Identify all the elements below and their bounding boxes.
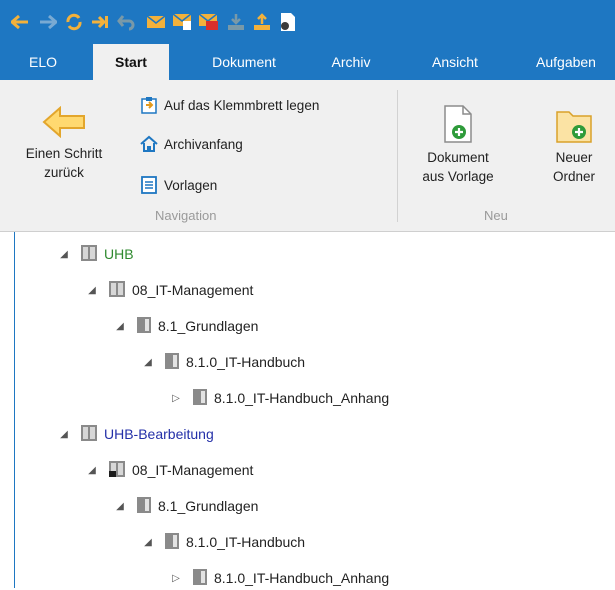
cabinet-icon <box>80 244 98 265</box>
new-folder-label-line1: Neuer <box>555 150 593 165</box>
back-step-button[interactable]: Einen Schritt zurück <box>2 106 126 182</box>
undo-icon[interactable] <box>116 12 136 32</box>
clipboard-label: Auf das Klemmbrett legen <box>164 97 320 113</box>
expanded-toggle-icon[interactable]: ◢ <box>86 285 98 296</box>
new-folder-icon <box>536 104 612 148</box>
export-icon[interactable] <box>252 12 272 32</box>
expanded-toggle-icon[interactable]: ◢ <box>142 357 154 368</box>
new-group-label: Neu <box>484 208 508 223</box>
tree-node-label: 8.1.0_IT-Handbuch <box>186 534 306 550</box>
tree-border-line <box>14 232 15 588</box>
templates-button[interactable]: Vorlagen <box>140 174 217 196</box>
tab-ansicht[interactable]: Ansicht <box>412 44 498 80</box>
ribbon-tabs: ELO Start Dokument Archiv Ansicht Aufgab… <box>0 44 615 80</box>
scan-document-icon[interactable] <box>278 12 298 32</box>
back-arrow-large-icon <box>2 106 126 144</box>
tree-node-label: 08_IT-Management <box>132 462 254 478</box>
expanded-toggle-icon[interactable]: ◢ <box>86 465 98 476</box>
clipboard-icon <box>140 96 158 114</box>
tree-node[interactable]: ◢ 8.1.0_IT-Handbuch <box>142 350 305 374</box>
tree-node[interactable]: ▷ 8.1.0_IT-Handbuch_Anhang <box>170 386 389 410</box>
document-from-template-button[interactable]: Dokument aus Vorlage <box>406 104 510 186</box>
tree-node[interactable]: ◢ 08_IT-Management <box>86 458 253 482</box>
templates-label: Vorlagen <box>164 177 218 193</box>
expanded-toggle-icon[interactable]: ◢ <box>58 429 70 440</box>
quick-access-toolbar <box>0 0 615 44</box>
clipboard-button[interactable]: Auf das Klemmbrett legen <box>140 94 319 116</box>
tree-node-label: 8.1_Grundlagen <box>158 318 259 334</box>
back-step-label-line1: Einen Schritt <box>25 146 103 161</box>
tree-node-label: 8.1.0_IT-Handbuch_Anhang <box>214 570 390 586</box>
tab-aufgaben[interactable]: Aufgaben <box>518 44 614 80</box>
folder-icon <box>164 352 180 373</box>
tree-node-label: UHB <box>104 246 134 262</box>
template-icon <box>140 176 158 194</box>
new-folder-label-line2: Ordner <box>552 169 596 184</box>
tree-node[interactable]: ◢ 8.1_Grundlagen <box>114 494 258 518</box>
folder-icon <box>192 568 208 589</box>
email-pdf-icon[interactable] <box>198 12 218 32</box>
expanded-toggle-icon[interactable]: ◢ <box>114 501 126 512</box>
folder-icon <box>136 316 152 337</box>
new-document-icon <box>406 104 510 148</box>
tree-node[interactable]: ◢ UHB <box>58 242 134 266</box>
new-folder-button[interactable]: Neuer Ordner <box>536 104 612 186</box>
ribbon-group-separator <box>397 90 398 222</box>
expanded-toggle-icon[interactable]: ◢ <box>114 321 126 332</box>
tab-start[interactable]: Start <box>93 44 169 80</box>
tree-node[interactable]: ▷ 8.1.0_IT-Handbuch_Anhang <box>170 566 389 590</box>
email-document-icon[interactable] <box>172 12 192 32</box>
home-icon <box>140 135 158 153</box>
tree-node-label: 8.1.0_IT-Handbuch <box>186 354 306 370</box>
folder-icon <box>192 388 208 409</box>
doc-template-label-line2: aus Vorlage <box>422 169 494 184</box>
tree-node-label: 8.1_Grundlagen <box>158 498 259 514</box>
tree-node[interactable]: ◢ UHB-Bearbeitung <box>58 422 214 446</box>
doc-template-label-line1: Dokument <box>427 150 489 165</box>
import-icon[interactable] <box>226 12 246 32</box>
tree-node[interactable]: ◢ 8.1.0_IT-Handbuch <box>142 530 305 554</box>
folder-icon <box>136 496 152 517</box>
forward-arrow-icon[interactable] <box>38 12 58 32</box>
archive-home-label: Archivanfang <box>164 136 243 152</box>
back-arrow-icon[interactable] <box>10 12 30 32</box>
archive-tree: ◢ UHB ◢ 08_IT-Management ◢ 8.1_Grundlage… <box>0 232 615 588</box>
folder-icon <box>164 532 180 553</box>
tree-node-label: 08_IT-Management <box>132 282 254 298</box>
ribbon: Einen Schritt zurück Auf das Klemmbrett … <box>0 80 615 232</box>
navigation-group-label: Navigation <box>155 208 217 223</box>
cabinet-icon <box>108 280 126 301</box>
tab-archiv[interactable]: Archiv <box>315 44 387 80</box>
back-step-label-line2: zurück <box>44 165 84 180</box>
tree-node[interactable]: ◢ 8.1_Grundlagen <box>114 314 258 338</box>
tab-dokument[interactable]: Dokument <box>192 44 296 80</box>
tab-elo[interactable]: ELO <box>16 44 70 80</box>
refresh-icon[interactable] <box>64 12 84 32</box>
cabinet-edit-icon <box>108 460 126 481</box>
tree-node[interactable]: ◢ 08_IT-Management <box>86 278 253 302</box>
collapsed-toggle-icon[interactable]: ▷ <box>170 573 182 584</box>
archive-home-button[interactable]: Archivanfang <box>140 133 243 155</box>
email-icon[interactable] <box>146 12 166 32</box>
goto-icon[interactable] <box>90 12 110 32</box>
expanded-toggle-icon[interactable]: ◢ <box>58 249 70 260</box>
expanded-toggle-icon[interactable]: ◢ <box>142 537 154 548</box>
tree-node-label: 8.1.0_IT-Handbuch_Anhang <box>214 390 390 406</box>
tree-node-label: UHB-Bearbeitung <box>104 426 214 442</box>
collapsed-toggle-icon[interactable]: ▷ <box>170 393 182 404</box>
cabinet-icon <box>80 424 98 445</box>
